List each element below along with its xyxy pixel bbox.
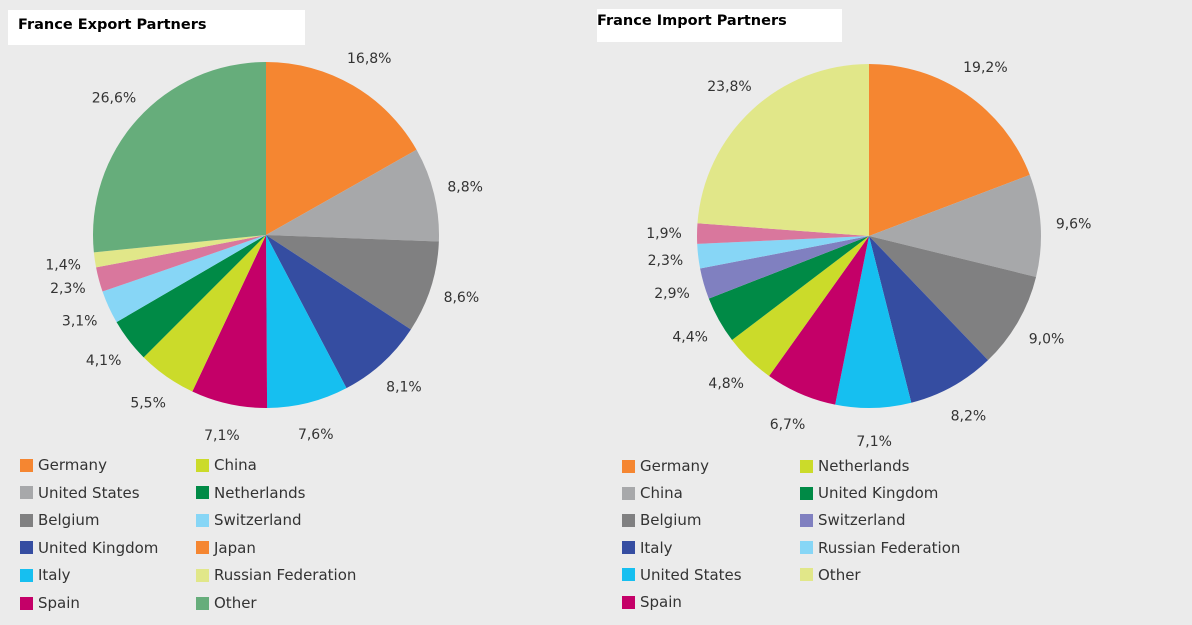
legend-swatch [196, 513, 209, 527]
legend-swatch [622, 568, 635, 582]
legend-label: United Kingdom [38, 538, 159, 557]
export-legend-item: Switzerland [196, 511, 302, 529]
legend-swatch [196, 458, 209, 472]
legend-swatch [196, 596, 209, 610]
export-slice-label: 8,1% [386, 380, 422, 396]
import-legend-item: Belgium [622, 511, 702, 529]
export-slice-label: 5,5% [130, 396, 166, 412]
export-slice-label: 16,8% [347, 51, 391, 67]
legend-label: Switzerland [818, 511, 906, 530]
legend-label: Belgium [640, 511, 702, 530]
legend-swatch [622, 513, 635, 527]
export-legend-item: United Kingdom [20, 539, 158, 557]
import-legend-item: Spain [622, 593, 682, 611]
legend-swatch [196, 486, 209, 500]
legend-label: Spain [640, 593, 682, 611]
import-slice-label: 9,0% [1029, 332, 1065, 348]
export-legend-item: Russian Federation [196, 566, 356, 584]
export-legend-item: Other [196, 594, 257, 612]
legend-label: United States [38, 483, 140, 502]
legend-label: China [214, 456, 257, 474]
import-legend-item: China [622, 484, 683, 502]
legend-label: Belgium [38, 511, 100, 530]
legend-swatch [20, 513, 33, 527]
legend-swatch [800, 541, 813, 555]
export-slice-label: 7,1% [204, 428, 240, 444]
legend-label: Italy [640, 538, 673, 557]
import-legend-item: Germany [622, 457, 709, 475]
export-legend-item: China [196, 456, 257, 474]
import-legend-item: United States [622, 566, 742, 584]
legend-label: Russian Federation [214, 566, 357, 585]
import-legend-item: Italy [622, 539, 673, 557]
legend-swatch [20, 568, 33, 582]
legend-label: Netherlands [214, 483, 306, 502]
import-slice-label: 8,2% [951, 408, 987, 424]
legend-swatch [196, 541, 209, 555]
import-slice-label: 9,6% [1056, 216, 1092, 232]
legend-swatch [20, 486, 33, 500]
export-legend-item: Japan [196, 539, 256, 557]
import-legend-item: Switzerland [800, 511, 906, 529]
import-slice-label: 1,9% [646, 226, 682, 242]
legend-swatch [622, 541, 635, 555]
legend-swatch [196, 568, 209, 582]
import-slice-label: 4,8% [708, 376, 744, 392]
export-slice-label: 8,6% [444, 290, 480, 306]
legend-swatch [622, 595, 635, 609]
export-legend-item: Netherlands [196, 484, 305, 502]
export-legend-item: United States [20, 484, 140, 502]
export-slice-label: 7,6% [298, 427, 334, 443]
export-slice-label: 26,6% [92, 91, 136, 107]
legend-label: Other [818, 565, 861, 584]
legend-swatch [622, 486, 635, 500]
legend-swatch [20, 596, 33, 610]
legend-label: United States [640, 565, 742, 584]
legend-swatch [622, 459, 635, 473]
legend-label: Spain [38, 594, 80, 612]
legend-label: Other [214, 594, 257, 612]
legend-label: China [640, 484, 683, 503]
import-slice-label: 4,4% [672, 329, 708, 345]
import-slice-label: 2,9% [654, 286, 690, 302]
import-slice-label: 2,3% [648, 253, 684, 269]
export-slice-label: 8,8% [447, 180, 483, 196]
pie-charts-canvas: 16,8% 8,8% 8,6% 8,1% 7,6% 7,1% 5,5% 4,1% 3,1% 2,3… [45, 51, 1092, 450]
legend-label: Japan [214, 538, 256, 557]
legend-swatch [800, 486, 813, 500]
legend-label: Russian Federation [818, 538, 961, 557]
legend-label: United Kingdom [818, 484, 939, 503]
import-slice-label: 23,8% [707, 79, 751, 95]
import-slice-label: 7,1% [856, 434, 892, 450]
export-slice-label: 4,1% [86, 353, 122, 369]
import-slice-label: 6,7% [770, 417, 806, 433]
export-legend-item: Italy [20, 566, 71, 584]
legend-label: Germany [640, 457, 709, 475]
export-slice-label: 3,1% [62, 314, 98, 330]
import-legend-item: United Kingdom [800, 484, 938, 502]
legend-swatch [20, 541, 33, 555]
legend-label: Switzerland [214, 511, 302, 530]
legend-swatch [800, 568, 813, 582]
legend-label: Italy [38, 566, 71, 585]
import-legend-item: Other [800, 566, 861, 584]
import-slice-label: 19,2% [963, 60, 1007, 76]
export-slice-label: 1,4% [45, 258, 81, 274]
legend-label: Germany [38, 456, 107, 474]
export-legend-item: Spain [20, 594, 80, 612]
export-legend-item: Belgium [20, 511, 100, 529]
legend-label: Netherlands [818, 457, 910, 475]
legend-swatch [800, 459, 813, 473]
import-legend-item: Russian Federation [800, 539, 960, 557]
export-slice-label: 2,3% [50, 281, 86, 297]
export-legend-item: Germany [20, 456, 107, 474]
legend-swatch [800, 513, 813, 527]
legend-swatch [20, 458, 33, 472]
import-legend-item: Netherlands [800, 457, 909, 475]
